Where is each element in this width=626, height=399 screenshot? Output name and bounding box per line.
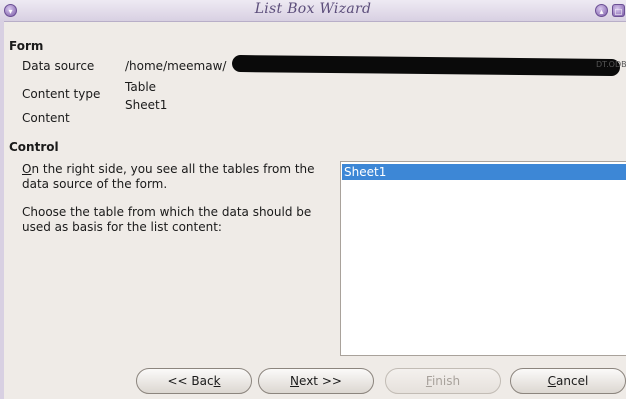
form-section-title: Form xyxy=(9,39,44,53)
data-source-tail: DT.ODB xyxy=(596,60,626,69)
back-button[interactable]: << Back xyxy=(136,368,252,394)
tables-description: On the right side, you see all the table… xyxy=(22,162,322,192)
cancel-mnemonic: C xyxy=(547,374,557,388)
choose-table-instruction: Choose the table from which the data sho… xyxy=(22,205,312,234)
control-section-title: Control xyxy=(9,140,59,154)
next-button[interactable]: Next >> xyxy=(258,368,374,394)
content-label: Content xyxy=(22,111,70,125)
minimize-icon[interactable]: ▴ xyxy=(595,4,608,17)
tables-listbox[interactable]: Sheet1 xyxy=(340,161,626,356)
back-mnemonic: k xyxy=(213,374,221,388)
data-source-value: /home/meemaw/ xyxy=(125,59,227,73)
back-label: << Bac xyxy=(167,374,214,388)
finish-button[interactable]: Finish xyxy=(385,368,501,394)
finish-label: inish xyxy=(431,374,461,388)
window-left-border xyxy=(0,21,4,399)
title-bar[interactable]: ▾ List Box Wizard ▴ □ xyxy=(0,0,626,22)
redaction-mark xyxy=(231,54,621,77)
next-label: ext >> xyxy=(299,374,342,388)
maximize-icon[interactable]: □ xyxy=(612,4,625,17)
window-title: List Box Wizard xyxy=(254,1,372,17)
content-value: Sheet1 xyxy=(125,98,168,112)
cancel-label: ancel xyxy=(556,374,589,388)
list-item-sheet1[interactable]: Sheet1 xyxy=(342,164,626,180)
cancel-button[interactable]: Cancel xyxy=(510,368,626,394)
data-source-label: Data source xyxy=(22,59,95,73)
content-type-label: Content type xyxy=(22,87,101,101)
list-box-wizard-dialog: ▾ List Box Wizard ▴ □ Form Data source /… xyxy=(0,0,626,399)
content-type-value: Table xyxy=(125,80,157,94)
tables-description-text: n the right side, you see all the tables… xyxy=(22,162,315,191)
next-mnemonic: N xyxy=(290,374,300,388)
